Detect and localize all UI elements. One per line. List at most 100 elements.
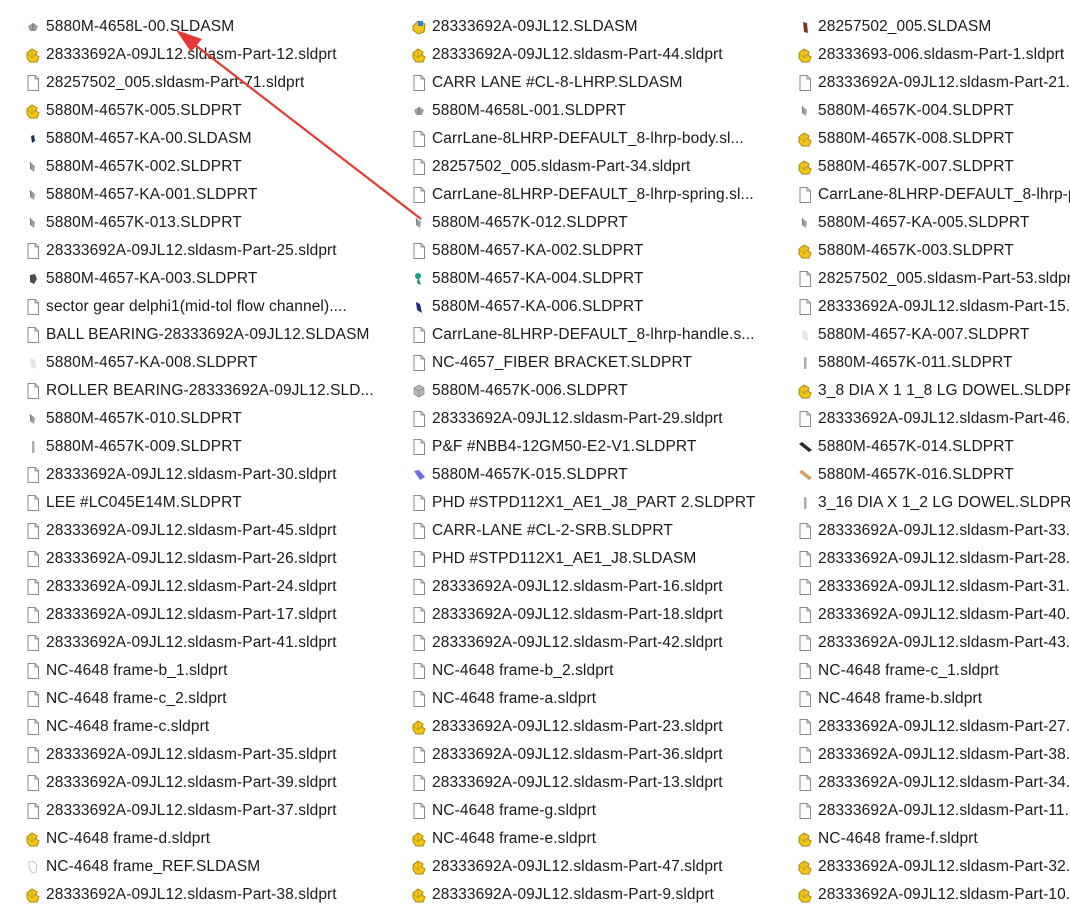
file-item[interactable]: 5880M-4657K-005.SLDPRT <box>24 97 374 125</box>
file-item[interactable]: 28333692A-09JL12.sldasm-Part-35.sldprt <box>24 741 374 769</box>
file-item[interactable]: CARR LANE #CL-8-LHRP.SLDASM <box>410 69 760 97</box>
file-item[interactable]: 5880M-4657-KA-001.SLDPRT <box>24 181 374 209</box>
file-item[interactable]: 28333692A-09JL12.sldasm-Part-12.sldprt <box>24 41 374 69</box>
file-item[interactable]: 5880M-4657K-012.SLDPRT <box>410 209 760 237</box>
file-item[interactable]: 28333692A-09JL12.sldasm-Part-25.sldprt <box>24 237 374 265</box>
file-item[interactable]: 28333692A-09JL12.sldasm-Part-24.sldprt <box>24 573 374 601</box>
file-item[interactable]: CARR-LANE #CL-2-SRB.SLDPRT <box>410 517 760 545</box>
file-item[interactable]: 28333692A-09JL12.sldasm-Part-17.sldprt <box>24 601 374 629</box>
file-item[interactable]: 28333692A-09JL12.sldasm-Part-41.sldprt <box>24 629 374 657</box>
file-item[interactable]: 28333692A-09JL12.sldasm-Part-33.sldprt <box>796 517 1070 545</box>
file-item[interactable]: 5880M-4657-KA-008.SLDPRT <box>24 349 374 377</box>
file-item[interactable]: 28333692A-09JL12.sldasm-Part-37.sldprt <box>24 797 374 825</box>
file-item[interactable]: BALL BEARING-28333692A-09JL12.SLDASM <box>24 321 374 349</box>
file-item[interactable]: LEE #LC045E14M.SLDPRT <box>24 489 374 517</box>
file-item[interactable]: NC-4648 frame-b_1.sldprt <box>24 657 374 685</box>
file-item[interactable]: NC-4648 frame_REF.SLDASM <box>24 853 374 881</box>
file-item[interactable]: 5880M-4657K-004.SLDPRT <box>796 97 1070 125</box>
file-item[interactable]: 28257502_005.SLDASM <box>796 13 1070 41</box>
file-item[interactable]: NC-4648 frame-e.sldprt <box>410 825 760 853</box>
blank-file-icon <box>410 242 428 260</box>
file-item[interactable]: NC-4648 frame-f.sldprt <box>796 825 1070 853</box>
file-item[interactable]: 28333692A-09JL12.sldasm-Part-29.sldprt <box>410 405 760 433</box>
file-item[interactable]: 28333692A-09JL12.sldasm-Part-31.sldprt <box>796 573 1070 601</box>
file-item[interactable]: 28333693-006.sldasm-Part-1.sldprt <box>796 41 1070 69</box>
file-item[interactable]: 5880M-4657K-016.SLDPRT <box>796 461 1070 489</box>
file-item[interactable]: NC-4648 frame-c_1.sldprt <box>796 657 1070 685</box>
file-item[interactable]: 5880M-4657K-015.SLDPRT <box>410 461 760 489</box>
file-item[interactable]: NC-4648 frame-a.sldprt <box>410 685 760 713</box>
file-item[interactable]: 28333692A-09JL12.sldasm-Part-13.sldprt <box>410 769 760 797</box>
file-item[interactable]: 5880M-4657-KA-00.SLDASM <box>24 125 374 153</box>
file-item[interactable]: NC-4657_FIBER BRACKET.SLDPRT <box>410 349 760 377</box>
file-item[interactable]: 28333692A-09JL12.sldasm-Part-23.sldprt <box>410 713 760 741</box>
file-item[interactable]: 28333692A-09JL12.sldasm-Part-39.sldprt <box>24 769 374 797</box>
yellow-part-icon <box>796 382 814 400</box>
file-item[interactable]: CarrLane-8LHRP-DEFAULT_8-lhrp-handle.s..… <box>410 321 760 349</box>
file-item[interactable]: NC-4648 frame-b_2.sldprt <box>410 657 760 685</box>
file-item[interactable]: 5880M-4657-KA-007.SLDPRT <box>796 321 1070 349</box>
file-item[interactable]: 28333692A-09JL12.sldasm-Part-9.sldprt <box>410 881 760 909</box>
file-name: LEE #LC045E14M.SLDPRT <box>46 494 242 511</box>
file-item[interactable]: 28333692A-09JL12.sldasm-Part-10.sldprt <box>796 881 1070 909</box>
file-item[interactable]: 28333692A-09JL12.sldasm-Part-46.sldprt <box>796 405 1070 433</box>
file-item[interactable]: 28333692A-09JL12.sldasm-Part-16.sldprt <box>410 573 760 601</box>
file-item[interactable]: CarrLane-8LHRP-DEFAULT_8-lhrp-spring.sl.… <box>410 181 760 209</box>
file-item[interactable]: 5880M-4657-KA-003.SLDPRT <box>24 265 374 293</box>
file-item[interactable]: 5880M-4657K-008.SLDPRT <box>796 125 1070 153</box>
file-item[interactable]: PHD #STPD112X1_AE1_J8.SLDASM <box>410 545 760 573</box>
file-item[interactable]: 5880M-4657K-014.SLDPRT <box>796 433 1070 461</box>
file-item[interactable]: 5880M-4657K-003.SLDPRT <box>796 237 1070 265</box>
file-item[interactable]: 5880M-4658L-001.SLDPRT <box>410 97 760 125</box>
file-item[interactable]: NC-4648 frame-c.sldprt <box>24 713 374 741</box>
file-item[interactable]: 28257502_005.sldasm-Part-53.sldprt <box>796 265 1070 293</box>
file-item[interactable]: 28333692A-09JL12.sldasm-Part-32.sldprt <box>796 853 1070 881</box>
file-item[interactable]: 28333692A-09JL12.sldasm-Part-36.sldprt <box>410 741 760 769</box>
file-item[interactable]: 28333692A-09JL12.sldasm-Part-26.sldprt <box>24 545 374 573</box>
file-item[interactable]: 28333692A-09JL12.sldasm-Part-47.sldprt <box>410 853 760 881</box>
file-item[interactable]: 5880M-4657-KA-006.SLDPRT <box>410 293 760 321</box>
file-item[interactable]: 28333692A-09JL12.sldasm-Part-28.sldprt <box>796 545 1070 573</box>
file-item[interactable]: 5880M-4657K-006.SLDPRT <box>410 377 760 405</box>
file-item[interactable]: 28333692A-09JL12.sldasm-Part-21.sldprt <box>796 69 1070 97</box>
file-item[interactable]: 28333692A-09JL12.sldasm-Part-38.sldprt <box>796 741 1070 769</box>
file-item[interactable]: 28333692A-09JL12.sldasm-Part-45.sldprt <box>24 517 374 545</box>
file-item[interactable]: 5880M-4657K-011.SLDPRT <box>796 349 1070 377</box>
file-item[interactable]: 5880M-4658L-00.SLDASM <box>24 13 374 41</box>
file-item[interactable]: 28333692A-09JL12.sldasm-Part-38.sldprt <box>24 881 374 909</box>
file-item[interactable]: 28333692A-09JL12.sldasm-Part-40.sldprt <box>796 601 1070 629</box>
file-item[interactable]: 5880M-4657-KA-002.SLDPRT <box>410 237 760 265</box>
file-item[interactable]: CarrLane-8LHRP-DEFAULT_8-lhrp-body.sl... <box>410 125 760 153</box>
file-item[interactable]: 28333692A-09JL12.SLDASM <box>410 13 760 41</box>
file-item[interactable]: NC-4648 frame-c_2.sldprt <box>24 685 374 713</box>
file-item[interactable]: CarrLane-8LHRP-DEFAULT_8-lhrp-plunger.sl… <box>796 181 1070 209</box>
file-item[interactable]: 5880M-4657K-013.SLDPRT <box>24 209 374 237</box>
file-item[interactable]: PHD #STPD112X1_AE1_J8_PART 2.SLDPRT <box>410 489 760 517</box>
file-item[interactable]: 28257502_005.sldasm-Part-71.sldprt <box>24 69 374 97</box>
file-item[interactable]: 28257502_005.sldasm-Part-34.sldprt <box>410 153 760 181</box>
file-item[interactable]: 28333692A-09JL12.sldasm-Part-42.sldprt <box>410 629 760 657</box>
file-item[interactable]: 5880M-4657-KA-005.SLDPRT <box>796 209 1070 237</box>
file-item[interactable]: P&F #NBB4-12GM50-E2-V1.SLDPRT <box>410 433 760 461</box>
file-item[interactable]: 3_16 DIA X 1_2 LG DOWEL.SLDPRT <box>796 489 1070 517</box>
file-item[interactable]: NC-4648 frame-b.sldprt <box>796 685 1070 713</box>
file-item[interactable]: 28333692A-09JL12.sldasm-Part-15.sldprt <box>796 293 1070 321</box>
file-item[interactable]: 28333692A-09JL12.sldasm-Part-43.sldprt <box>796 629 1070 657</box>
file-item[interactable]: 28333692A-09JL12.sldasm-Part-34.sldprt <box>796 769 1070 797</box>
file-item[interactable]: ROLLER BEARING-28333692A-09JL12.SLD... <box>24 377 374 405</box>
file-item[interactable]: sector gear delphi1(mid-tol flow channel… <box>24 293 374 321</box>
file-item[interactable]: NC-4648 frame-d.sldprt <box>24 825 374 853</box>
file-item[interactable]: NC-4648 frame-g.sldprt <box>410 797 760 825</box>
file-item[interactable]: 5880M-4657K-009.SLDPRT <box>24 433 374 461</box>
file-item[interactable]: 28333692A-09JL12.sldasm-Part-18.sldprt <box>410 601 760 629</box>
file-item[interactable]: 28333692A-09JL12.sldasm-Part-44.sldprt <box>410 41 760 69</box>
file-item[interactable]: 5880M-4657K-002.SLDPRT <box>24 153 374 181</box>
assembly-gray-icon <box>24 18 42 36</box>
file-item[interactable]: 5880M-4657K-007.SLDPRT <box>796 153 1070 181</box>
file-item[interactable]: 28333692A-09JL12.sldasm-Part-30.sldprt <box>24 461 374 489</box>
file-item[interactable]: 5880M-4657K-010.SLDPRT <box>24 405 374 433</box>
file-item[interactable]: 5880M-4657-KA-004.SLDPRT <box>410 265 760 293</box>
file-item[interactable]: 28333692A-09JL12.sldasm-Part-11.sldprt <box>796 797 1070 825</box>
file-item[interactable]: 28333692A-09JL12.sldasm-Part-27.sldprt <box>796 713 1070 741</box>
file-item[interactable]: 3_8 DIA X 1 1_8 LG DOWEL.SLDPRT <box>796 377 1070 405</box>
